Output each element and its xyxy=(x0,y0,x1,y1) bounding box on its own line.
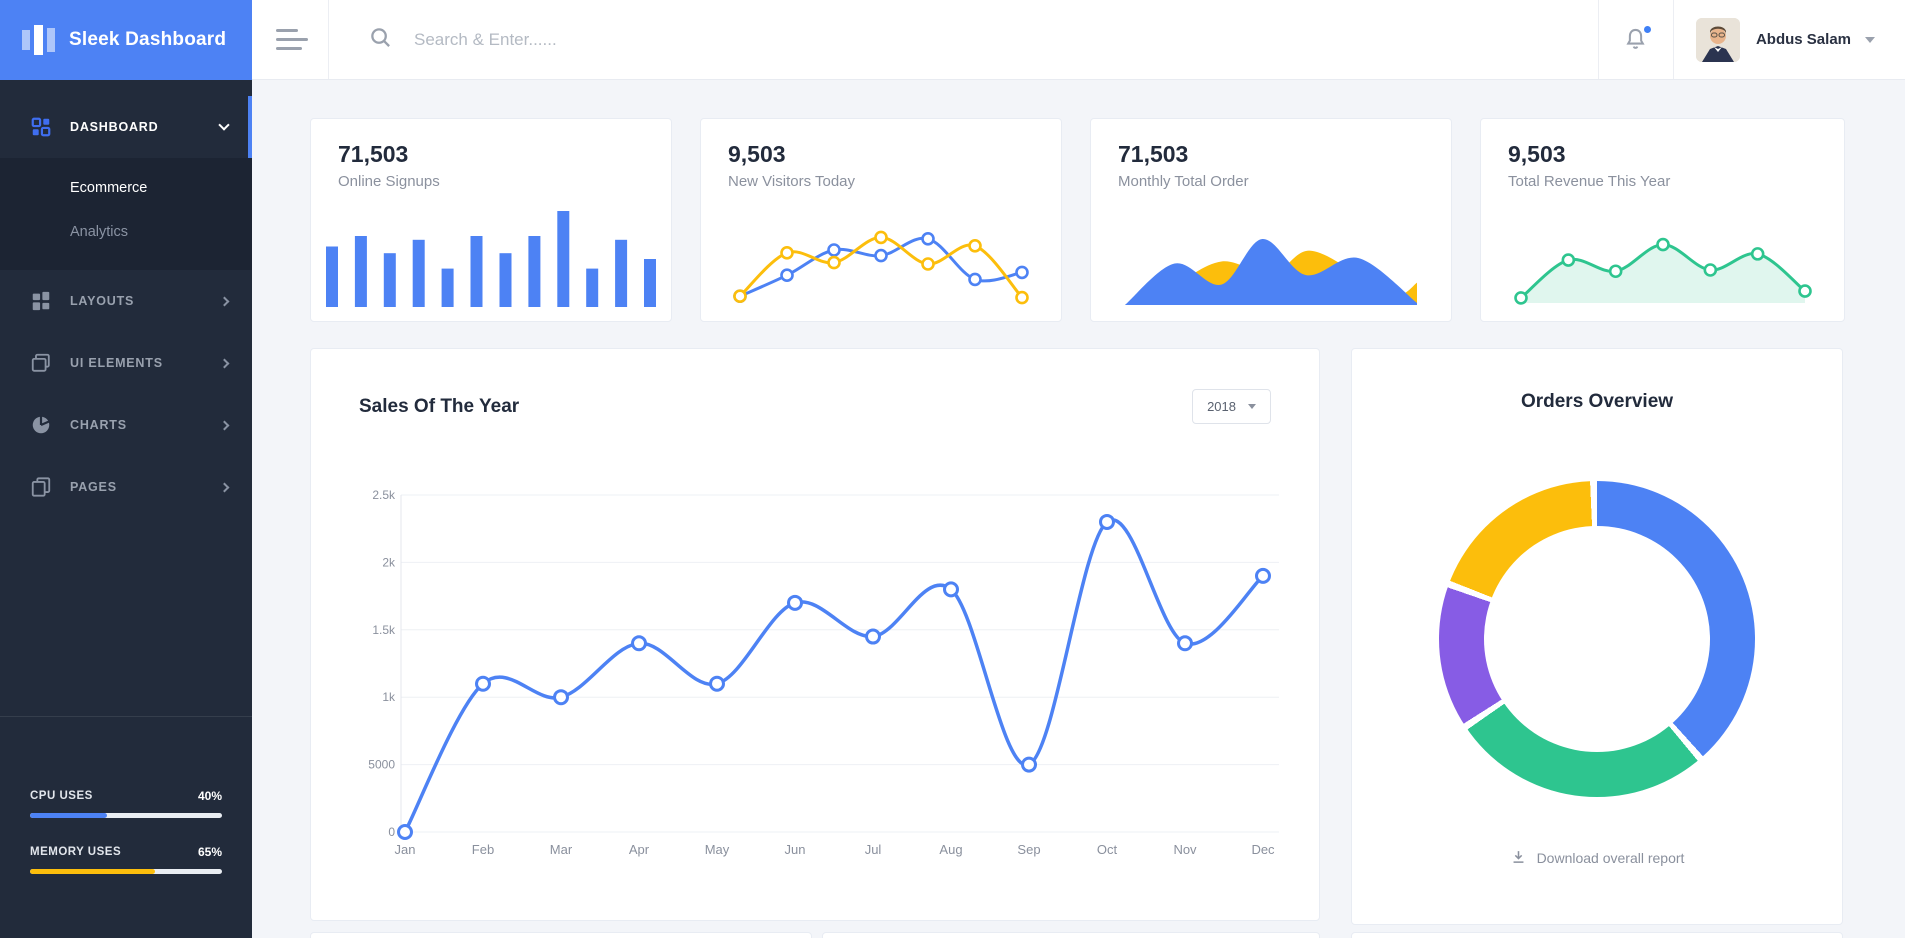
stat-card-monthly-orders: 71,503 Monthly Total Order xyxy=(1090,118,1452,322)
sidebar-item-charts[interactable]: CHARTS xyxy=(0,394,252,456)
layouts-icon xyxy=(30,290,52,312)
svg-text:Jan: Jan xyxy=(395,842,416,857)
svg-text:Dec: Dec xyxy=(1251,842,1275,857)
chevron-right-icon xyxy=(220,482,230,492)
svg-text:May: May xyxy=(705,842,730,857)
memory-uses-label: MEMORY USES xyxy=(30,846,121,858)
sidebar-item-analytics[interactable]: Analytics xyxy=(0,210,252,254)
svg-text:1.5k: 1.5k xyxy=(372,623,396,637)
dashboard-grid-icon xyxy=(30,116,52,138)
svg-text:2.5k: 2.5k xyxy=(372,488,396,502)
download-report-link[interactable]: Download overall report xyxy=(1352,849,1842,866)
pie-chart-icon xyxy=(30,414,52,436)
download-report-label: Download overall report xyxy=(1537,850,1685,866)
search-bar xyxy=(329,0,1598,79)
app-logo[interactable]: Sleek Dashboard xyxy=(0,0,252,80)
visitors-line-chart xyxy=(731,219,1031,307)
user-name: Abdus Salam xyxy=(1756,31,1851,48)
svg-text:Mar: Mar xyxy=(550,842,573,857)
svg-text:Aug: Aug xyxy=(939,842,962,857)
sidebar-item-pages[interactable]: PAGES xyxy=(0,456,252,518)
sidebar-menu: DASHBOARD Ecommerce Analytics LAYOUT xyxy=(0,80,252,518)
notification-badge xyxy=(1642,24,1653,35)
stat-label: Total Revenue This Year xyxy=(1508,173,1844,190)
sidebar-item-ui-elements[interactable]: UI ELEMENTS xyxy=(0,332,252,394)
sidebar-item-label: CHARTS xyxy=(70,418,221,432)
svg-text:Nov: Nov xyxy=(1173,842,1197,857)
stat-card-new-visitors: 9,503 New Visitors Today xyxy=(700,118,1062,322)
dashboard-submenu: Ecommerce Analytics xyxy=(0,158,252,270)
logo-icon xyxy=(22,21,55,59)
main-content: 71,503 Online Signups 9,503 New Visitors… xyxy=(252,80,1905,938)
sidebar-item-dashboard[interactable]: DASHBOARD xyxy=(0,96,252,158)
svg-text:Oct: Oct xyxy=(1097,842,1118,857)
avatar xyxy=(1696,18,1740,62)
sidebar-item-label: DASHBOARD xyxy=(70,120,220,134)
sidebar-item-layouts[interactable]: LAYOUTS xyxy=(0,270,252,332)
sidebar-item-label: PAGES xyxy=(70,480,221,494)
system-stats: CPU USES 40% MEMORY USES 65% xyxy=(0,716,252,938)
stat-card-total-revenue: 9,503 Total Revenue This Year xyxy=(1480,118,1845,322)
stat-value: 71,503 xyxy=(1118,141,1451,168)
sales-of-the-year-card: Sales Of The Year 2018 0 5000 1k 1.5k 2k 2.5k… xyxy=(310,348,1320,921)
partial-card xyxy=(822,932,1320,938)
search-icon xyxy=(369,26,392,54)
revenue-line-chart xyxy=(1513,227,1813,307)
cpu-uses-label: CPU USES xyxy=(30,790,93,802)
ui-elements-icon xyxy=(30,352,52,374)
stat-card-online-signups: 71,503 Online Signups xyxy=(310,118,672,322)
sidebar-item-label: UI ELEMENTS xyxy=(70,356,221,370)
pages-icon xyxy=(30,476,52,498)
svg-text:Jul: Jul xyxy=(865,842,882,857)
svg-text:5000: 5000 xyxy=(368,758,395,772)
sidebar-toggle-button[interactable] xyxy=(252,0,328,79)
sidebar-item-ecommerce[interactable]: Ecommerce xyxy=(0,166,252,210)
topbar: Abdus Salam xyxy=(252,0,1905,80)
svg-text:Jun: Jun xyxy=(785,842,806,857)
stat-value: 71,503 xyxy=(338,141,671,168)
svg-text:Feb: Feb xyxy=(472,842,494,857)
orders-area-chart xyxy=(1125,233,1417,307)
sales-year-line-chart: 0 5000 1k 1.5k 2k 2.5k Jan Feb Mar Apr May Jun Jul Au… xyxy=(339,479,1289,879)
svg-text:1k: 1k xyxy=(382,690,396,704)
stat-label: New Visitors Today xyxy=(728,173,1061,190)
orders-overview-card: Orders Overview Download overall report xyxy=(1351,348,1843,925)
chevron-down-icon xyxy=(1248,404,1256,409)
svg-text:2k: 2k xyxy=(382,555,396,569)
cpu-progress-bar xyxy=(30,813,222,818)
stat-label: Monthly Total Order xyxy=(1118,173,1451,190)
memory-progress-bar xyxy=(30,869,222,874)
user-menu[interactable]: Abdus Salam xyxy=(1674,0,1905,79)
stat-value: 9,503 xyxy=(1508,141,1844,168)
orders-card-title: Orders Overview xyxy=(1352,391,1842,413)
svg-text:Apr: Apr xyxy=(629,842,650,857)
chevron-down-icon xyxy=(218,119,229,130)
chevron-right-icon xyxy=(220,296,230,306)
notifications-button[interactable] xyxy=(1599,0,1673,79)
download-icon xyxy=(1510,849,1527,866)
sidebar: Sleek Dashboard DASHBOARD Ecommerce xyxy=(0,0,252,938)
donut-hole xyxy=(1484,526,1710,752)
logo-text: Sleek Dashboard xyxy=(69,29,226,51)
orders-donut-chart xyxy=(1439,481,1755,797)
stat-label: Online Signups xyxy=(338,173,671,190)
year-select-value: 2018 xyxy=(1207,399,1236,414)
partial-card xyxy=(310,932,812,938)
signups-bar-chart xyxy=(326,211,656,307)
active-indicator xyxy=(248,96,252,158)
memory-uses-value: 65% xyxy=(198,845,222,859)
chevron-down-icon xyxy=(1865,37,1875,43)
sidebar-item-label: LAYOUTS xyxy=(70,294,221,308)
sales-card-title: Sales Of The Year xyxy=(359,396,519,418)
svg-text:Sep: Sep xyxy=(1017,842,1040,857)
search-input[interactable] xyxy=(414,30,934,50)
chevron-right-icon xyxy=(220,358,230,368)
year-select[interactable]: 2018 xyxy=(1192,389,1271,424)
sleek-dashboard-app: Sleek Dashboard DASHBOARD Ecommerce xyxy=(0,0,1905,938)
svg-text:0: 0 xyxy=(388,825,395,839)
chevron-right-icon xyxy=(220,420,230,430)
partial-card xyxy=(1351,932,1843,938)
cpu-uses-value: 40% xyxy=(198,789,222,803)
stat-value: 9,503 xyxy=(728,141,1061,168)
